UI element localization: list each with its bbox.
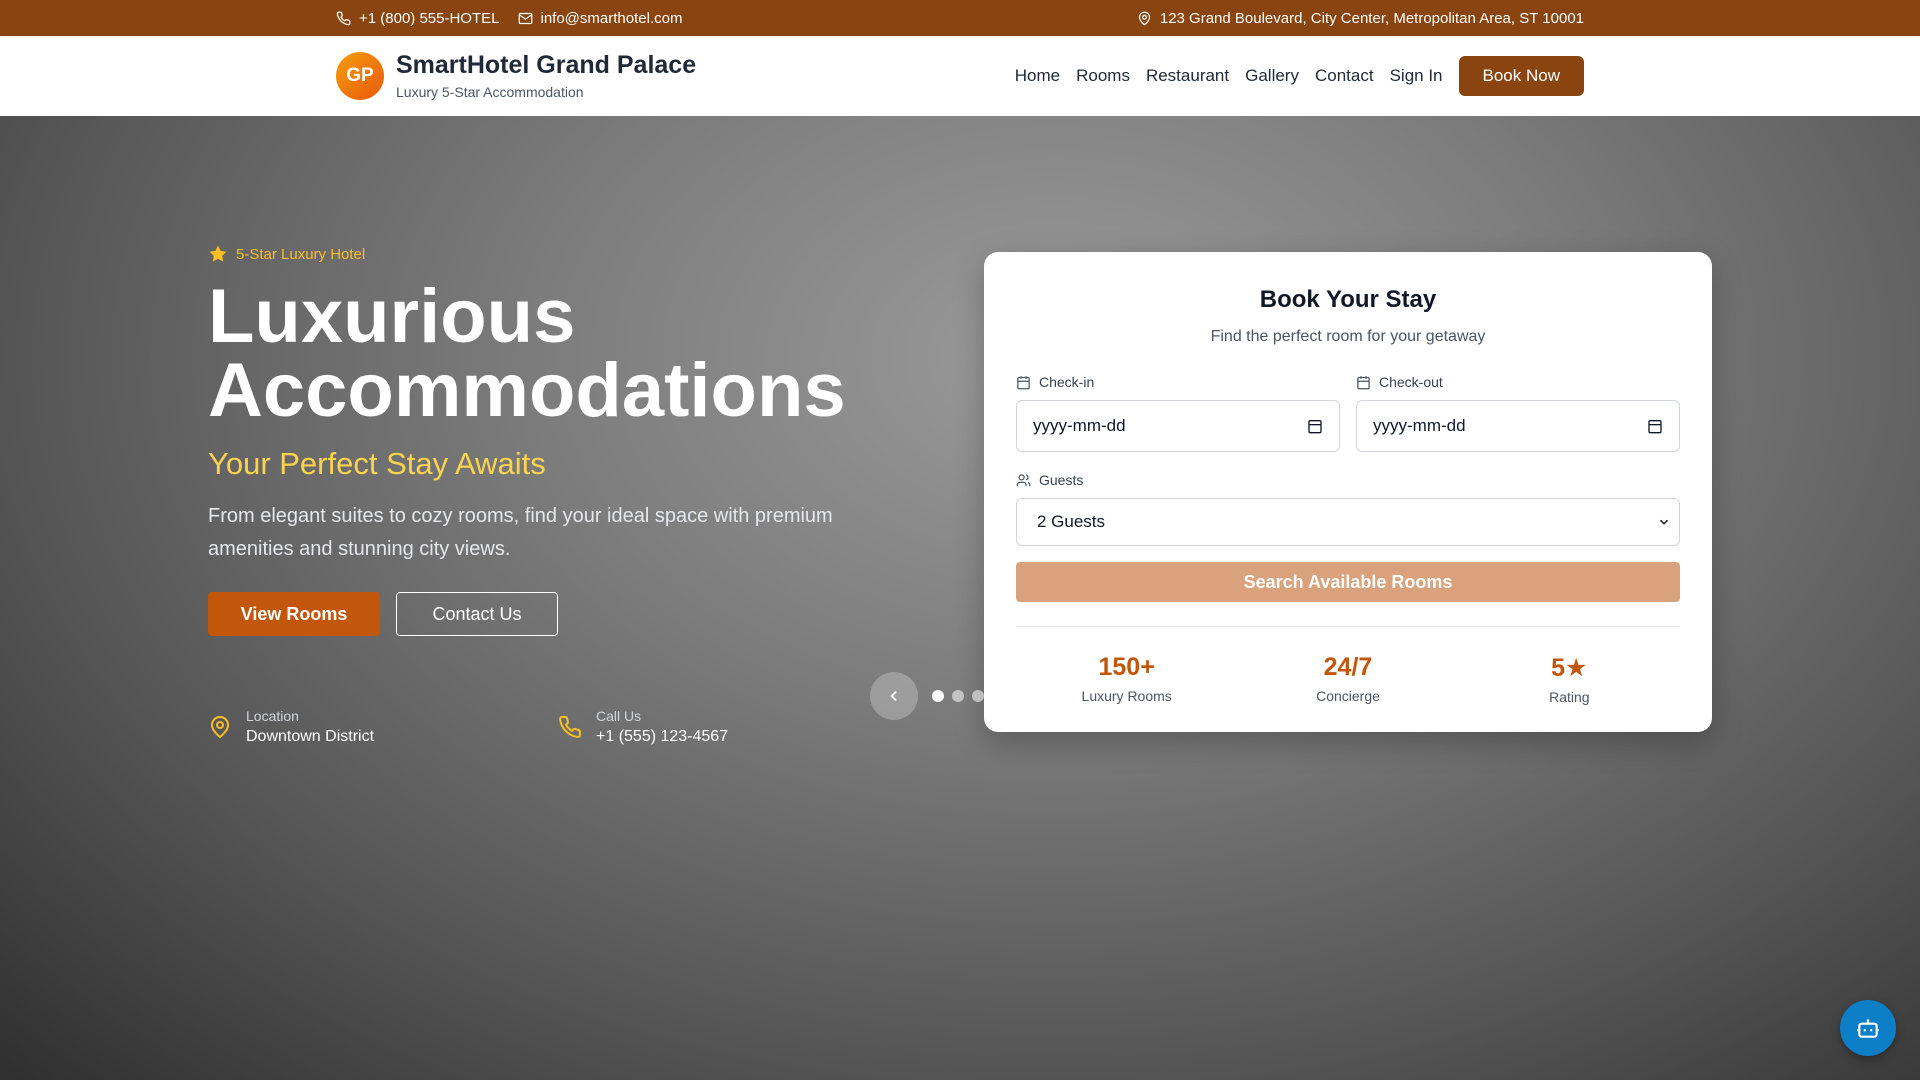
checkin-label: Check-in [1016, 374, 1340, 390]
hero-badge: 5-Star Luxury Hotel [208, 244, 908, 264]
carousel-next-button[interactable] [1002, 672, 1050, 720]
main-nav: Home Rooms Restaurant Gallery Contact Si… [1015, 56, 1584, 96]
stat-label: Concierge [1316, 688, 1380, 704]
checkout-input[interactable]: yyyy-mm-dd [1356, 400, 1680, 452]
guests-select[interactable]: 2 Guests [1016, 498, 1680, 546]
stat-label: Rating [1549, 689, 1590, 705]
carousel-dot-1[interactable] [932, 690, 944, 702]
checkin-label-text: Check-in [1039, 374, 1095, 390]
book-now-button[interactable]: Book Now [1458, 56, 1584, 96]
hero-subtitle: Your Perfect Stay Awaits [208, 446, 546, 481]
date-row: Check-in yyyy-mm-dd Check-out yyyy-mm-dd [1016, 374, 1680, 452]
map-pin-icon [1138, 11, 1150, 26]
search-rooms-button[interactable]: Search Available Rooms [1016, 562, 1680, 602]
booking-title: Book Your Stay [1259, 286, 1437, 313]
calendar-picker-icon[interactable] [1307, 418, 1323, 434]
checkout-placeholder: yyyy-mm-dd [1373, 416, 1466, 435]
hero-title-line1: Luxurious [208, 274, 576, 359]
stat-value: 150+ [1098, 653, 1155, 681]
mail-icon [518, 12, 532, 24]
nav-gallery[interactable]: Gallery [1245, 66, 1299, 86]
view-rooms-button[interactable]: View Rooms [208, 592, 380, 636]
booking-subtitle: Find the perfect room for your getaway [1210, 328, 1486, 345]
brand-tagline: Luxury 5-Star Accommodation [396, 83, 584, 100]
star-icon [209, 245, 227, 262]
logo: GP [336, 52, 384, 100]
card-divider [1016, 626, 1680, 627]
bot-icon [1857, 1019, 1879, 1038]
topbar-phone[interactable]: +1 (800) 555-HOTEL [336, 10, 500, 27]
hero-description: From elegant suites to cozy rooms, find … [208, 505, 833, 560]
topbar-email[interactable]: info@smarthotel.com [518, 9, 683, 27]
guests-label: Guests [1016, 472, 1680, 488]
info-call[interactable]: Call Us +1 (555) 123-4567 [558, 708, 908, 746]
stat-concierge: 24/7 Concierge [1237, 653, 1458, 705]
chevron-left-icon [890, 690, 897, 702]
stat-rating: 5★ Rating [1459, 653, 1680, 705]
nav-rooms[interactable]: Rooms [1076, 66, 1130, 86]
booking-card: Book Your Stay Find the perfect room for… [984, 252, 1712, 732]
nav-sign-in[interactable]: Sign In [1390, 66, 1443, 86]
hero-buttons: View Rooms Contact Us [208, 592, 908, 636]
info-location: Location Downtown District [208, 708, 558, 746]
nav-contact[interactable]: Contact [1315, 66, 1374, 86]
top-info-bar: +1 (800) 555-HOTEL info@smarthotel.com 1… [0, 0, 1920, 36]
carousel-dots [932, 690, 984, 702]
phone-icon [336, 11, 351, 25]
guests-field: Guests 2 Guests [1016, 472, 1680, 546]
carousel-dot-3[interactable] [972, 690, 984, 702]
brand-name: SmartHotel Grand Palace [396, 51, 697, 80]
carousel-dot-2[interactable] [952, 690, 964, 702]
stats-row: 150+ Luxury Rooms 24/7 Concierge 5★ Rati… [1016, 653, 1680, 705]
hero-info: Location Downtown District Call Us +1 (5… [208, 708, 908, 746]
checkout-field: Check-out yyyy-mm-dd [1356, 374, 1680, 452]
stat-value: 24/7 [1323, 653, 1373, 681]
info-call-value: +1 (555) 123-4567 [596, 728, 729, 745]
users-icon [1016, 473, 1031, 486]
hero-title-line2: Accommodations [208, 348, 846, 433]
checkin-field: Check-in yyyy-mm-dd [1016, 374, 1340, 452]
info-location-label: Location [246, 708, 299, 724]
brand-link[interactable]: GP SmartHotel Grand Palace Luxury 5-Star… [336, 52, 696, 100]
guests-label-text: Guests [1039, 472, 1084, 488]
nav-home[interactable]: Home [1015, 66, 1060, 86]
hero-title: Luxurious Accommodations [208, 274, 908, 433]
calendar-icon [1017, 375, 1030, 389]
checkout-label: Check-out [1356, 374, 1680, 390]
checkin-placeholder: yyyy-mm-dd [1033, 416, 1126, 435]
stat-value: 5★ [1551, 654, 1588, 682]
checkout-label-text: Check-out [1379, 374, 1443, 390]
guests-selected-value: 2 Guests [1037, 512, 1106, 531]
phone-icon [559, 715, 582, 738]
hero-badge-text: 5-Star Luxury Hotel [236, 245, 366, 263]
chevron-right-icon [1023, 690, 1030, 702]
checkin-input[interactable]: yyyy-mm-dd [1016, 400, 1340, 452]
topbar-address: 123 Grand Boulevard, City Center, Metrop… [1137, 10, 1584, 27]
carousel-prev-button[interactable] [870, 672, 918, 720]
hero-section: 5-Star Luxury Hotel Luxurious Accommodat… [0, 116, 1920, 1080]
chatbot-button[interactable] [1840, 1000, 1896, 1056]
topbar-address-text: 123 Grand Boulevard, City Center, Metrop… [1159, 9, 1584, 27]
contact-us-button[interactable]: Contact Us [396, 592, 558, 636]
hero-content: 5-Star Luxury Hotel Luxurious Accommodat… [208, 244, 908, 746]
chevron-down-icon [1659, 519, 1669, 525]
info-call-label: Call Us [596, 708, 642, 724]
calendar-icon [1357, 375, 1370, 389]
site-header: GP SmartHotel Grand Palace Luxury 5-Star… [0, 36, 1920, 116]
map-pin-icon [210, 716, 230, 739]
nav-restaurant[interactable]: Restaurant [1146, 66, 1229, 86]
info-location-value: Downtown District [246, 728, 375, 745]
topbar-email-text: info@smarthotel.com [540, 9, 683, 27]
topbar-phone-text: +1 (800) 555-HOTEL [359, 9, 500, 27]
calendar-picker-icon[interactable] [1647, 418, 1663, 434]
